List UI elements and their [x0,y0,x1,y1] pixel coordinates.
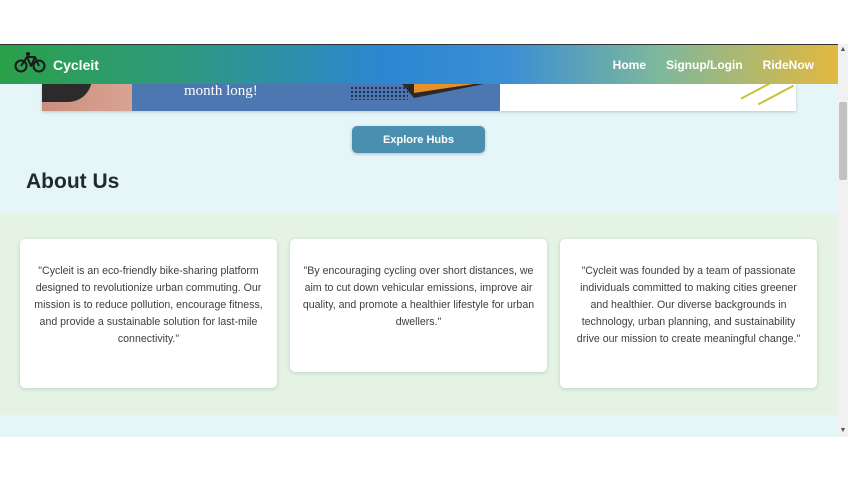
about-card-text: "By encouraging cycling over short dista… [302,265,535,328]
window-top-area [0,0,848,44]
navbar: Cycleit Home Signup/Login RideNow [0,44,838,84]
page-viewport: Cycleit Home Signup/Login RideNow month … [0,44,838,437]
about-card-text: "Cycleit is an eco-friendly bike-sharing… [34,265,263,345]
arrow-down-icon[interactable]: ▼ [838,427,848,435]
scrollbar-thumb[interactable] [839,102,847,180]
banner-right-image [500,84,796,111]
nav-link-home[interactable]: Home [613,58,646,72]
banner-middle-image: month long! [132,84,500,111]
promo-banner: month long! [42,84,796,111]
banner-text: month long! [184,84,258,99]
nav-link-ridenow[interactable]: RideNow [763,58,814,72]
about-card-text: "Cycleit was founded by a team of passio… [576,265,801,345]
banner-left-image [42,84,132,111]
arrow-up-icon[interactable]: ▲ [838,46,848,54]
window-bottom-area [0,437,848,480]
brand[interactable]: Cycleit [14,51,99,78]
nav-links: Home Signup/Login RideNow [593,58,814,72]
banner-orange-decoration [414,84,474,93]
about-section: "Cycleit is an eco-friendly bike-sharing… [0,213,838,415]
bicycle-icon [14,51,46,78]
about-card: "Cycleit was founded by a team of passio… [560,239,817,388]
about-title: About Us [26,170,120,193]
about-card: "By encouraging cycling over short dista… [290,239,547,372]
explore-hubs-button[interactable]: Explore Hubs [352,126,485,153]
about-card: "Cycleit is an eco-friendly bike-sharing… [20,239,277,388]
banner-dots-decoration [350,86,408,100]
nav-link-signup-login[interactable]: Signup/Login [666,58,743,72]
brand-name: Cycleit [53,56,99,73]
vertical-scrollbar[interactable]: ▲ ▼ [838,44,848,437]
